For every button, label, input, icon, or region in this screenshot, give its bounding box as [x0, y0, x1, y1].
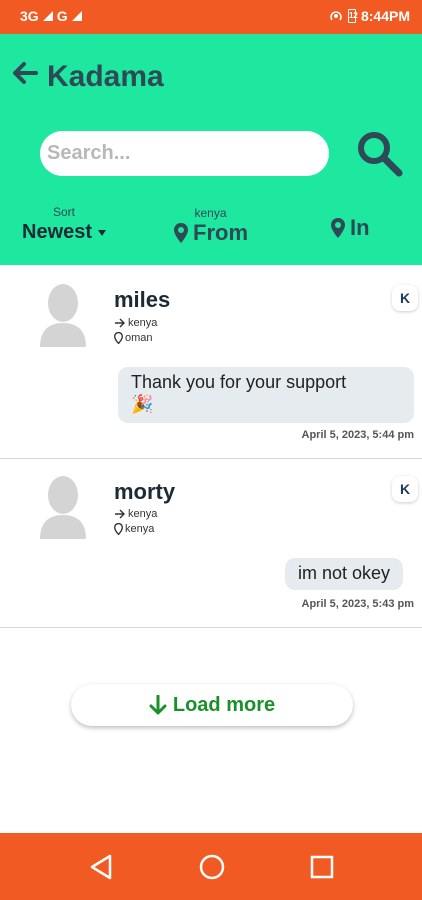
- location-pin-icon: [114, 332, 123, 344]
- message-card[interactable]: miles kenya oman K Thank you for your su…: [0, 265, 422, 459]
- recipient-country: kenya: [128, 508, 158, 520]
- network-indicators: 3G G: [20, 8, 82, 24]
- network-type-left: 3G: [20, 8, 39, 24]
- recipient-row: kenya: [114, 317, 157, 329]
- arrow-right-icon: [115, 318, 125, 328]
- party-emoji-icon: 🎉: [131, 394, 154, 414]
- avatar-icon: [40, 284, 86, 347]
- sender-location: kenya: [125, 523, 155, 535]
- hotspot-icon: [330, 11, 342, 21]
- signal-icon-2: [71, 11, 82, 21]
- location-row: kenya: [114, 523, 154, 535]
- from-value: From: [193, 220, 248, 245]
- in-value: In: [350, 215, 370, 240]
- navigation-bar: [0, 833, 422, 900]
- message-text: Thank you for your support: [131, 372, 347, 392]
- in-filter[interactable]: In: [330, 215, 370, 241]
- location-row: oman: [114, 332, 153, 344]
- recipient-country: kenya: [128, 317, 158, 329]
- signal-icon: [42, 11, 53, 21]
- battery-icon: 12: [347, 9, 358, 23]
- from-filter[interactable]: kenya From: [173, 206, 248, 246]
- clock: 8:44PM: [360, 8, 410, 24]
- back-arrow-icon[interactable]: [10, 58, 40, 88]
- sort-dropdown[interactable]: Sort Newest: [22, 205, 107, 244]
- sort-value: Newest: [22, 221, 93, 243]
- sort-label: Sort: [53, 205, 76, 219]
- message-timestamp: April 5, 2023, 5:43 pm: [301, 598, 415, 610]
- country-badge[interactable]: K: [392, 285, 418, 311]
- load-more-label: Load more: [172, 693, 276, 716]
- network-type-right: G: [56, 8, 68, 24]
- status-bar: 3G G 12 8:44PM: [0, 0, 422, 34]
- message-bubble: Thank you for your support 🎉: [118, 367, 414, 423]
- load-more-button[interactable]: Load more: [71, 684, 353, 726]
- status-right: 12 8:44PM: [329, 8, 410, 24]
- message-text: im not okey: [298, 563, 391, 583]
- dropdown-arrow-icon: [98, 229, 107, 236]
- page-title: Kadama: [47, 60, 164, 93]
- recents-nav-icon[interactable]: [310, 855, 334, 879]
- sender-name: miles: [114, 287, 171, 312]
- message-bubble: im not okey: [285, 558, 404, 590]
- search-input[interactable]: [40, 131, 329, 176]
- location-pin-icon: [331, 218, 345, 238]
- home-nav-icon[interactable]: [198, 853, 226, 881]
- app-screen: 3G G 12 8:44PM Kadama Sort Newest kenya: [0, 0, 422, 900]
- sender-name: morty: [114, 479, 176, 504]
- location-pin-icon: [114, 523, 123, 535]
- message-timestamp: April 5, 2023, 5:44 pm: [301, 429, 415, 441]
- from-label: kenya: [194, 206, 227, 220]
- sender-location: oman: [125, 332, 153, 344]
- country-badge[interactable]: K: [392, 476, 418, 502]
- message-card[interactable]: morty kenya kenya K im not okey April 5,…: [0, 459, 422, 628]
- location-pin-icon: [174, 223, 188, 243]
- recipient-row: kenya: [114, 508, 157, 520]
- arrow-right-icon: [115, 509, 125, 519]
- avatar-icon: [40, 476, 86, 539]
- arrow-down-icon: [149, 695, 167, 715]
- back-nav-icon[interactable]: [88, 853, 114, 881]
- search-icon[interactable]: [354, 128, 404, 178]
